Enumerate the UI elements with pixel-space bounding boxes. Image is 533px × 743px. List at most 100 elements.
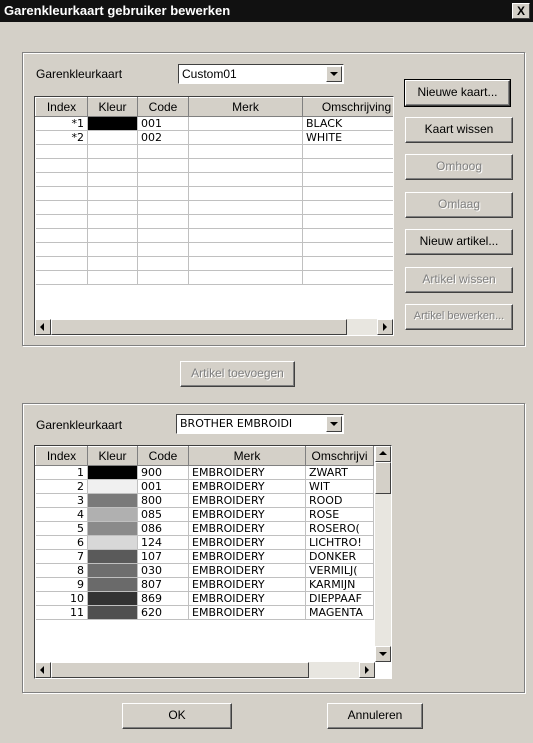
scroll-right-icon[interactable] (359, 662, 375, 678)
empty-row (35, 256, 393, 271)
brand-cell: EMBROIDERY (188, 591, 306, 606)
scroll-thumb[interactable] (375, 462, 391, 494)
move-down-button[interactable]: Omlaag (405, 192, 513, 218)
empty-row (35, 158, 393, 173)
empty-cell (35, 200, 88, 215)
empty-cell (137, 242, 189, 257)
column-header[interactable]: Index (35, 446, 88, 466)
bottom-thread-table[interactable]: Index Kleur Code Merk Omschrijvi 1 900 EMBROID… (34, 445, 392, 679)
scroll-right-icon[interactable] (377, 319, 393, 335)
table-row[interactable]: 5 086 EMBROIDERY ROSERO( (35, 521, 374, 536)
empty-cell (35, 144, 88, 159)
empty-cell (137, 228, 189, 243)
edit-item-button[interactable]: Artikel bewerken... (405, 304, 513, 330)
column-header[interactable]: Kleur (87, 97, 138, 117)
color-swatch (87, 605, 138, 620)
empty-cell (302, 256, 393, 271)
description-cell: WHITE (302, 130, 393, 145)
code-cell: 807 (137, 577, 189, 592)
index-cell: 2 (35, 479, 88, 494)
index-cell: 9 (35, 577, 88, 592)
table-row[interactable]: 9 807 EMBROIDERY KARMIJN (35, 577, 374, 592)
brand-cell: EMBROIDERY (188, 563, 306, 578)
empty-cell (87, 144, 138, 159)
index-cell: 7 (35, 549, 88, 564)
table-row[interactable]: 11 620 EMBROIDERY MAGENTA (35, 605, 374, 620)
table-row[interactable]: 3 800 EMBROIDERY ROOD (35, 493, 374, 508)
column-header[interactable]: Kleur (87, 446, 138, 466)
empty-cell (137, 186, 189, 201)
top-horizontal-scrollbar[interactable] (35, 319, 393, 335)
brand-cell: EMBROIDERY (188, 521, 306, 536)
brand-cell (188, 116, 303, 131)
dropdown-arrow-icon[interactable] (326, 416, 342, 432)
code-cell: 002 (137, 130, 189, 145)
empty-cell (302, 270, 393, 285)
empty-cell (87, 242, 138, 257)
table-row[interactable]: 6 124 EMBROIDERY LICHTRO! (35, 535, 374, 550)
window-title: Garenkleurkaart gebruiker bewerken (4, 3, 231, 18)
column-header[interactable]: Index (35, 97, 88, 117)
color-swatch (87, 130, 138, 145)
column-header[interactable]: Code (137, 97, 189, 117)
new-item-button[interactable]: Nieuw artikel... (405, 229, 513, 255)
bottom-vertical-scrollbar[interactable] (375, 446, 391, 662)
empty-cell (35, 214, 88, 229)
delete-card-button[interactable]: Kaart wissen (405, 117, 513, 143)
column-header[interactable]: Omschrijving (302, 97, 393, 117)
table-row[interactable]: *1 001 BLACK (35, 116, 393, 131)
table-row[interactable]: 8 030 EMBROIDERY VERMILJ( (35, 563, 374, 578)
scroll-thumb[interactable] (51, 662, 309, 678)
brand-cell (188, 130, 303, 145)
table-row[interactable]: 4 085 EMBROIDERY ROSE (35, 507, 374, 522)
bottom-combo-label: Garenkleurkaart (36, 418, 123, 432)
color-swatch (87, 549, 138, 564)
scroll-thumb[interactable] (51, 319, 347, 335)
index-cell: 1 (35, 465, 88, 480)
move-up-button[interactable]: Omhoog (405, 154, 513, 180)
table-row[interactable]: 7 107 EMBROIDERY DONKER (35, 549, 374, 564)
table-row[interactable]: *2 002 WHITE (35, 130, 393, 145)
code-cell: 124 (137, 535, 189, 550)
add-item-button[interactable]: Artikel toevoegen (180, 361, 295, 387)
bottom-horizontal-scrollbar[interactable] (35, 662, 375, 678)
empty-cell (137, 158, 189, 173)
empty-row (35, 172, 393, 187)
index-cell: 5 (35, 521, 88, 536)
delete-item-button[interactable]: Artikel wissen (405, 267, 513, 293)
index-cell: 8 (35, 563, 88, 578)
scroll-up-icon[interactable] (375, 446, 391, 462)
scroll-down-icon[interactable] (375, 646, 391, 662)
table-row[interactable]: 1 900 EMBROIDERY ZWART (35, 465, 374, 480)
description-cell: ZWART (305, 465, 374, 480)
ok-button[interactable]: OK (122, 703, 232, 729)
empty-cell (87, 186, 138, 201)
table-row[interactable]: 10 869 EMBROIDERY DIEPPAAF (35, 591, 374, 606)
index-cell: *2 (35, 130, 88, 145)
new-card-button[interactable]: Nieuwe kaart... (404, 79, 511, 107)
color-swatch (87, 521, 138, 536)
index-cell: 10 (35, 591, 88, 606)
top-thread-table[interactable]: Index Kleur Code Merk Omschrijving *1 001 BLAC… (34, 96, 394, 336)
scroll-left-icon[interactable] (35, 662, 51, 678)
dropdown-arrow-icon[interactable] (326, 66, 342, 82)
top-card-select[interactable]: Custom01 (178, 64, 344, 84)
empty-cell (188, 200, 303, 215)
code-cell: 107 (137, 549, 189, 564)
cancel-button[interactable]: Annuleren (327, 703, 423, 729)
empty-row (35, 228, 393, 243)
empty-cell (188, 256, 303, 271)
bottom-card-select[interactable]: BROTHER EMBROIDI (176, 414, 344, 434)
description-cell: ROSE (305, 507, 374, 522)
brand-cell: EMBROIDERY (188, 605, 306, 620)
empty-row (35, 214, 393, 229)
scroll-left-icon[interactable] (35, 319, 51, 335)
empty-cell (302, 228, 393, 243)
brand-cell: EMBROIDERY (188, 549, 306, 564)
column-header[interactable]: Omschrijvi (305, 446, 374, 466)
column-header[interactable]: Merk (188, 446, 306, 466)
close-button[interactable]: X (512, 3, 530, 19)
column-header[interactable]: Code (137, 446, 189, 466)
column-header[interactable]: Merk (188, 97, 303, 117)
table-row[interactable]: 2 001 EMBROIDERY WIT (35, 479, 374, 494)
